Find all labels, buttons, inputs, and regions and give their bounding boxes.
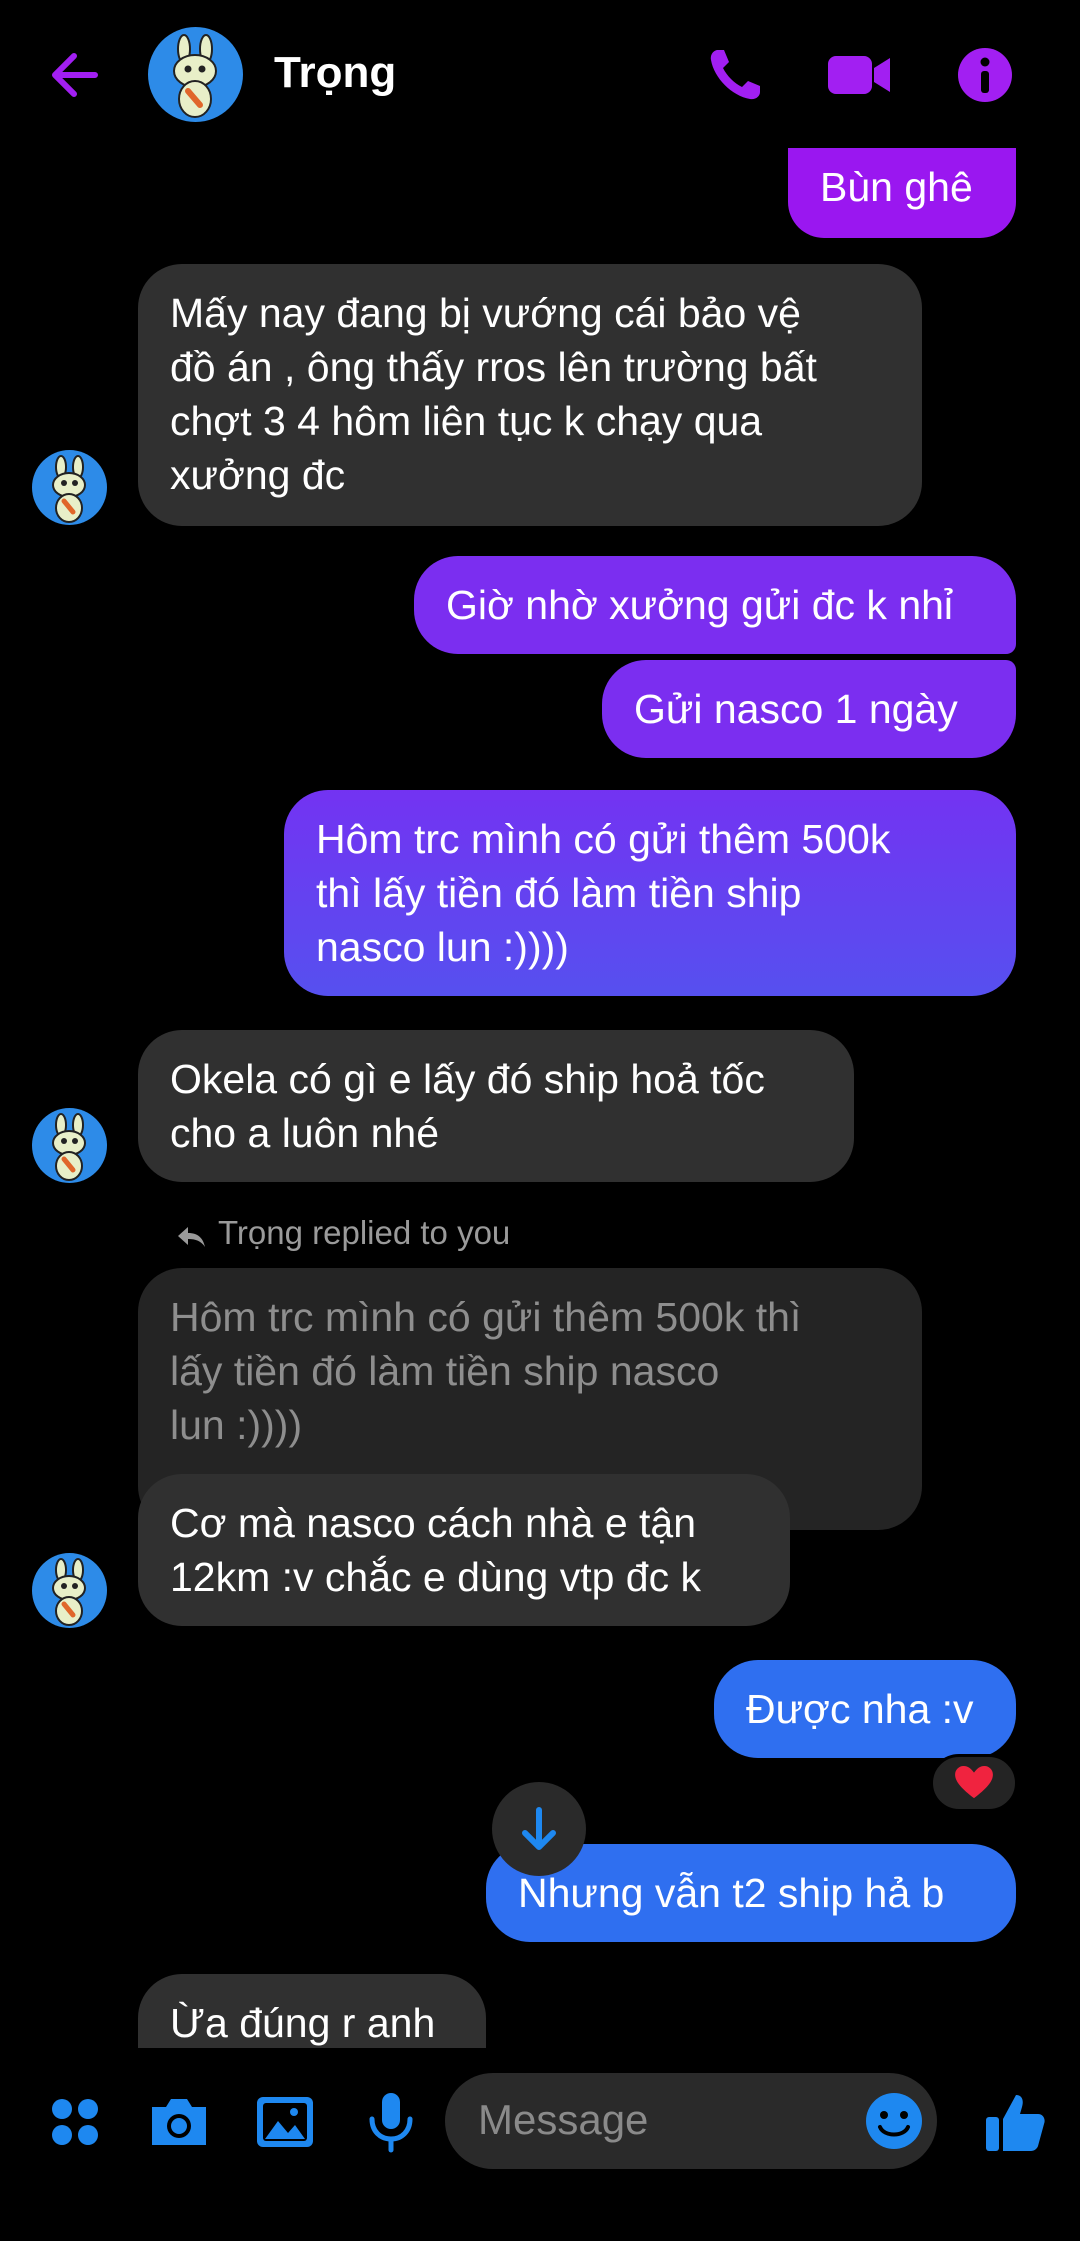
message-line: đồ án , ông thấy rros lên trường bất bbox=[170, 344, 817, 390]
message-text: Ừa đúng r anh bbox=[170, 2000, 436, 2046]
outgoing-message[interactable]: Giờ nhờ xưởng gửi đc k nhỉ bbox=[414, 556, 1016, 654]
camera-icon[interactable] bbox=[144, 2087, 214, 2157]
message-list[interactable]: Bùn ghê Mấy nay đang bị vướng cái bảo vệ… bbox=[0, 148, 1080, 2048]
message-line: 12km :v chắc e dùng vtp đc k bbox=[170, 1554, 701, 1600]
incoming-message[interactable]: Okela có gì e lấy đó ship hoả tốc cho a … bbox=[138, 1030, 854, 1182]
phone-icon[interactable] bbox=[700, 40, 770, 110]
message-line: Hôm trc mình có gửi thêm 500k bbox=[316, 816, 891, 862]
quoted-line: lun :)))) bbox=[170, 1402, 303, 1448]
outgoing-message[interactable]: Gửi nasco 1 ngày bbox=[602, 660, 1016, 758]
apps-icon[interactable] bbox=[40, 2087, 110, 2157]
message-line: cho a luôn nhé bbox=[170, 1110, 440, 1156]
quoted-line: lấy tiền đó làm tiền ship nasco bbox=[170, 1348, 720, 1394]
outgoing-message[interactable]: Được nha :v bbox=[714, 1660, 1016, 1758]
reply-label: Trọng replied to you bbox=[218, 1214, 511, 1251]
mic-icon[interactable] bbox=[356, 2087, 426, 2157]
message-line: Cơ mà nasco cách nhà e tận bbox=[170, 1500, 697, 1546]
message-text: Bùn ghê bbox=[820, 164, 973, 210]
back-arrow-icon[interactable] bbox=[40, 40, 110, 110]
reply-icon bbox=[178, 1227, 205, 1247]
message-placeholder: Message bbox=[478, 2096, 649, 2143]
message-text: Gửi nasco 1 ngày bbox=[634, 686, 958, 732]
message-line: Okela có gì e lấy đó ship hoả tốc bbox=[170, 1056, 765, 1102]
contact-name[interactable]: Trọng bbox=[274, 48, 396, 98]
outgoing-message[interactable]: Hôm trc mình có gửi thêm 500k thì lấy ti… bbox=[284, 790, 1016, 996]
info-icon[interactable] bbox=[950, 40, 1020, 110]
quoted-line: Hôm trc mình có gửi thêm 500k thì bbox=[170, 1294, 802, 1340]
message-line: xưởng đc bbox=[170, 452, 346, 498]
heart-reaction[interactable] bbox=[930, 1754, 1018, 1812]
incoming-message[interactable]: Cơ mà nasco cách nhà e tận 12km :v chắc … bbox=[138, 1474, 790, 1626]
contact-avatar[interactable] bbox=[148, 27, 243, 122]
message-line: Mấy nay đang bị vướng cái bảo vệ bbox=[170, 290, 801, 336]
message-text: Giờ nhờ xưởng gửi đc k nhỉ bbox=[446, 582, 954, 628]
emoji-icon[interactable] bbox=[860, 2087, 928, 2155]
arrow-down-icon bbox=[522, 1807, 556, 1850]
gallery-icon[interactable] bbox=[250, 2087, 320, 2157]
heart-icon bbox=[955, 1766, 993, 1799]
message-line: thì lấy tiền đó làm tiền ship bbox=[316, 870, 802, 916]
incoming-message[interactable]: Mấy nay đang bị vướng cái bảo vệ đồ án ,… bbox=[138, 264, 922, 526]
contact-avatar-small[interactable] bbox=[32, 450, 107, 525]
contact-avatar-small[interactable] bbox=[32, 1553, 107, 1628]
thumbs-up-icon[interactable] bbox=[980, 2087, 1050, 2157]
message-line: chợt 3 4 hôm liên tục k chạy qua bbox=[170, 398, 763, 444]
conversation-header: Trọng bbox=[0, 0, 1080, 148]
message-line: nasco lun :)))) bbox=[316, 924, 569, 970]
video-icon[interactable] bbox=[824, 40, 894, 110]
message-text: Nhưng vẫn t2 ship hả b bbox=[518, 1870, 945, 1916]
message-text: Được nha :v bbox=[746, 1686, 974, 1732]
contact-avatar-small[interactable] bbox=[32, 1108, 107, 1183]
outgoing-message[interactable]: Bùn ghê bbox=[788, 148, 1016, 238]
incoming-message[interactable]: Ừa đúng r anh bbox=[138, 1974, 486, 2048]
scroll-to-bottom-button[interactable] bbox=[492, 1782, 586, 1876]
